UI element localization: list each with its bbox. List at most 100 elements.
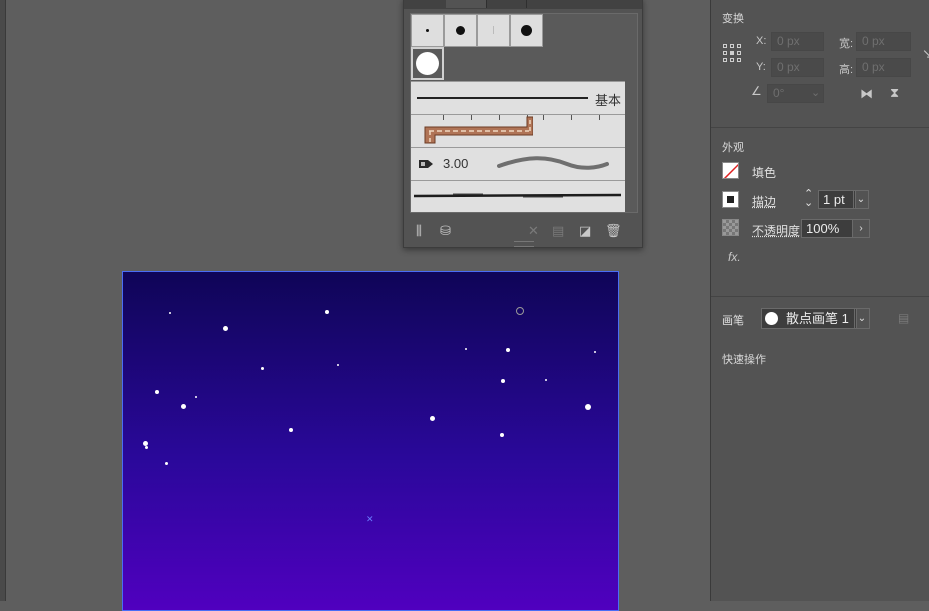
- star[interactable]: [223, 326, 228, 331]
- h-field[interactable]: 0 px: [856, 58, 911, 77]
- remove-brush-stroke-icon[interactable]: ✕: [528, 224, 539, 238]
- panel-tab-strip[interactable]: [404, 0, 642, 9]
- brush-label: 画笔: [722, 315, 744, 327]
- libraries-panel-icon[interactable]: ⛁: [440, 224, 451, 238]
- charcoal-brush-stroke-preview: [413, 193, 622, 198]
- panel-tab-active[interactable]: [446, 0, 487, 8]
- opacity-field[interactable]: 100%: [801, 219, 853, 238]
- brush-libraries-menu-icon[interactable]: ⫼: [416, 224, 422, 238]
- flip-horizontal-icon[interactable]: ⧓: [860, 86, 873, 102]
- properties-panel: 变换 X: 0 px 宽: 0 px Y: 0 px 高: 0 px ∠ 0° …: [710, 0, 929, 601]
- brush-cell-faint[interactable]: [477, 14, 510, 47]
- star[interactable]: [325, 310, 329, 314]
- star[interactable]: [545, 379, 547, 381]
- w-field[interactable]: 0 px: [856, 32, 911, 51]
- ruler-tick: [571, 115, 572, 120]
- star[interactable]: [155, 390, 159, 394]
- ruler-tick: [543, 115, 544, 120]
- opacity-checker-icon[interactable]: [722, 219, 739, 236]
- brush-library-list[interactable]: 基本 3.00: [410, 13, 638, 213]
- panel-edge-tool-icon[interactable]: ↘: [922, 46, 929, 62]
- divider: [711, 296, 929, 297]
- star[interactable]: [500, 433, 504, 437]
- appearance-section-title: 外观: [722, 142, 744, 154]
- artboard-center-mark-icon: ✕: [366, 514, 374, 524]
- large-dot-icon: [521, 25, 532, 36]
- stroke-weight-field[interactable]: 1 pt: [818, 190, 856, 209]
- brush-preview-dot-icon: [765, 312, 778, 325]
- opacity-arrow-button[interactable]: ›: [852, 219, 870, 238]
- star[interactable]: [165, 462, 168, 465]
- star[interactable]: [145, 446, 148, 449]
- y-field[interactable]: 0 px: [771, 58, 824, 77]
- fx-effects-button[interactable]: fx.: [728, 250, 741, 264]
- star[interactable]: [501, 379, 505, 383]
- reference-point-grid-icon[interactable]: [723, 44, 743, 64]
- art-brush-size: 3.00: [443, 156, 469, 171]
- left-edge-strip: [0, 0, 6, 601]
- brush-row-basic[interactable]: 基本: [411, 81, 625, 114]
- faint-brush-icon: [493, 26, 494, 34]
- brush-list-scrollbar[interactable]: [630, 14, 637, 212]
- brush-row-art[interactable]: 3.00: [411, 147, 625, 180]
- quick-actions-section-title: 快速操作: [722, 354, 766, 366]
- brush-select[interactable]: 散点画笔 1: [761, 308, 857, 329]
- flip-vertical-icon[interactable]: ⧗: [890, 85, 899, 101]
- transform-section-title: 变换: [722, 13, 744, 25]
- star[interactable]: [169, 312, 171, 314]
- stroke-weight-stepper-icon[interactable]: ⌃ ⌄: [804, 189, 813, 209]
- star[interactable]: [195, 396, 197, 398]
- star[interactable]: [261, 367, 264, 370]
- star[interactable]: [594, 351, 596, 353]
- basic-brush-label: 基本: [594, 93, 621, 108]
- panel-tab[interactable]: [404, 0, 447, 8]
- brush-options-icon[interactable]: ▤: [898, 311, 909, 325]
- star[interactable]: [289, 428, 293, 432]
- artboard[interactable]: [122, 271, 619, 611]
- brush-cell-small-dot[interactable]: [411, 14, 444, 47]
- brush-options-icon[interactable]: ▤: [552, 224, 564, 238]
- panel-tab[interactable]: [486, 0, 527, 8]
- brush-select-value: 散点画笔 1: [786, 311, 849, 326]
- medium-dot-icon: [456, 26, 465, 35]
- stroke-swatch[interactable]: [722, 191, 739, 208]
- pen-tip-icon: [419, 160, 433, 168]
- angle-dropdown-chevron-icon[interactable]: ⌄: [811, 86, 820, 99]
- brush-dropdown-button[interactable]: ⌄: [854, 308, 870, 329]
- stroke-weight-dropdown-button[interactable]: ⌄: [853, 190, 869, 209]
- ruler-tick: [599, 115, 600, 120]
- brushes-panel[interactable]: 基本 3.00 ⫼ ⛁ ✕ ▤ ◪ 🗑: [403, 0, 643, 248]
- star[interactable]: [465, 348, 467, 350]
- brush-cell-large-dot[interactable]: [510, 14, 543, 47]
- basic-brush-stroke: [417, 97, 588, 99]
- star[interactable]: [181, 404, 186, 409]
- small-dot-icon: [426, 29, 429, 32]
- rope-pattern-brush-preview: [424, 116, 533, 144]
- star[interactable]: [430, 416, 435, 421]
- y-label: Y:: [756, 61, 766, 73]
- panel-resize-grip[interactable]: [514, 241, 534, 247]
- stroke-label[interactable]: 描边: [752, 193, 776, 210]
- rotate-angle-icon: ∠: [751, 84, 762, 98]
- selected-star-handle[interactable]: [516, 307, 524, 315]
- w-label: 宽:: [839, 38, 854, 50]
- opacity-label[interactable]: 不透明度: [752, 222, 800, 239]
- brush-row-charcoal[interactable]: [411, 180, 625, 212]
- delete-brush-icon[interactable]: 🗑: [605, 224, 622, 238]
- x-label: X:: [756, 35, 767, 47]
- x-field[interactable]: 0 px: [771, 32, 824, 51]
- star[interactable]: [337, 364, 339, 366]
- brush-cell-medium-dot[interactable]: [444, 14, 477, 47]
- fill-none-swatch[interactable]: [722, 162, 739, 179]
- star[interactable]: [506, 348, 510, 352]
- stroke-inner-square: [727, 196, 734, 203]
- h-label: 高:: [839, 64, 854, 76]
- brush-row-pattern[interactable]: [411, 114, 625, 147]
- white-circle-brush-icon: [416, 52, 439, 75]
- fill-label: 填色: [752, 166, 777, 180]
- divider: [711, 127, 929, 128]
- art-brush-stroke-preview: [497, 156, 609, 170]
- star[interactable]: [585, 404, 591, 410]
- brush-cell-scatter-selected[interactable]: [411, 47, 444, 80]
- new-brush-icon[interactable]: ◪: [579, 224, 591, 238]
